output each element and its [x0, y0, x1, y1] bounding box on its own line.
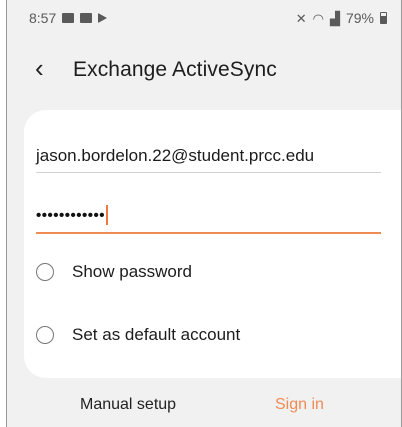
- default-account-option[interactable]: Set as default account: [36, 325, 240, 345]
- email-field[interactable]: jason.bordelon.22@student.prcc.edu: [36, 146, 381, 173]
- bottom-action-bar: Manual setup Sign in: [7, 396, 401, 420]
- wifi-icon: ◠: [312, 10, 324, 26]
- status-left: 8:57: [29, 10, 108, 26]
- account-form-card: jason.bordelon.22@student.prcc.edu •••••…: [24, 110, 401, 378]
- back-arrow-icon[interactable]: ‹: [35, 55, 61, 81]
- mail-icon: [62, 13, 75, 23]
- signal-icon: ▟: [329, 10, 340, 26]
- default-account-radio[interactable]: [36, 326, 54, 344]
- mute-icon: ✕: [295, 10, 307, 26]
- manual-setup-button[interactable]: Manual setup: [80, 396, 176, 414]
- show-password-option[interactable]: Show password: [36, 262, 192, 282]
- status-bar: 8:57 ✕ ◠ ▟ 79%: [7, 0, 401, 36]
- battery-percent: 79%: [345, 10, 374, 26]
- app-header: ‹ Exchange ActiveSync: [7, 50, 277, 90]
- page-title: Exchange ActiveSync: [73, 58, 277, 81]
- text-cursor: [106, 205, 109, 225]
- default-account-label: Set as default account: [72, 325, 241, 344]
- play-icon: [98, 13, 108, 23]
- image-icon: [80, 13, 93, 23]
- show-password-radio[interactable]: [36, 263, 54, 281]
- status-right: ✕ ◠ ▟ 79%: [296, 10, 387, 26]
- sign-in-button[interactable]: Sign in: [275, 396, 324, 414]
- screen-frame: 8:57 ✕ ◠ ▟ 79% ‹ Exchange ActiveSync jas…: [6, 0, 402, 427]
- show-password-label: Show password: [72, 262, 193, 281]
- password-masked-value: ••••••••••••: [36, 206, 106, 224]
- status-time: 8:57: [29, 10, 57, 26]
- battery-icon: [380, 12, 387, 24]
- password-field[interactable]: ••••••••••••: [36, 204, 381, 234]
